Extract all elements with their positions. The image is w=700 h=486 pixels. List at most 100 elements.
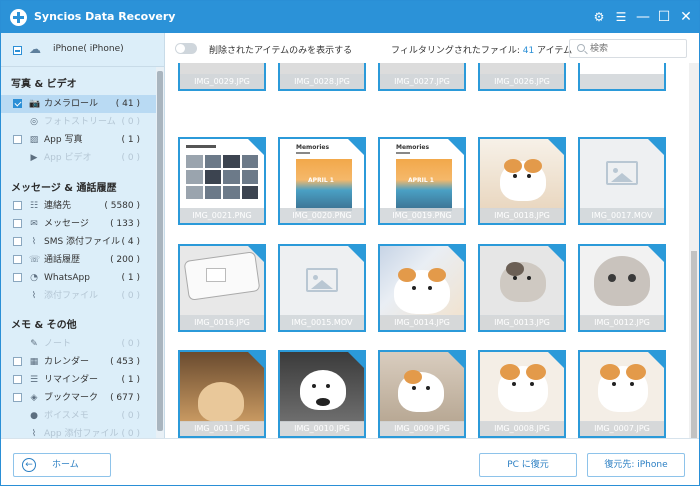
photo-tile[interactable]: IMG_0015.MOV <box>278 244 366 332</box>
thumbnail-image <box>504 159 522 173</box>
photo-tile[interactable]: IMG_0012.JPG <box>578 244 666 332</box>
checkbox[interactable] <box>13 99 22 108</box>
sidebar-item-app-videos[interactable]: ▶ App ビデオ ( 0 ) <box>1 149 156 167</box>
sidebar-item-calendar[interactable]: ▦ カレンダー ( 453 ) <box>1 353 156 371</box>
filter-prefix: フィルタリングされたファイル: <box>391 46 523 56</box>
sidebar-item-attachments[interactable]: ⌇ 添付ファイル ( 0 ) <box>1 287 156 305</box>
sidebar-item-bookmarks[interactable]: ◈ ブックマーク ( 677 ) <box>1 389 156 407</box>
sidebar-item-label: App 写真 <box>44 135 83 145</box>
bookmark-icon: ◈ <box>30 393 38 403</box>
sidebar-item-voice-memos[interactable]: ● ボイスメモ ( 0 ) <box>1 407 156 425</box>
sidebar-item-call-history[interactable]: ☏ 通話履歴 ( 200 ) <box>1 251 156 269</box>
thumbnail-image <box>296 152 310 154</box>
checkbox[interactable] <box>13 255 22 264</box>
image-placeholder-icon <box>306 268 338 292</box>
photo-tile[interactable]: IMG_0010.JPG <box>278 350 366 438</box>
thumbnail-image <box>594 256 650 306</box>
checkbox[interactable] <box>13 237 22 246</box>
note-icon: ✎ <box>30 339 38 349</box>
selected-corner <box>348 246 364 262</box>
sidebar-item-notes[interactable]: ✎ ノート ( 0 ) <box>1 335 156 353</box>
device-checkbox[interactable] <box>13 46 22 55</box>
menu-icon[interactable]: ☰ <box>612 8 630 26</box>
file-name: IMG_0021.PNG <box>180 208 264 223</box>
grid-scrollbar[interactable] <box>689 63 699 441</box>
checkbox[interactable] <box>13 273 22 282</box>
app-window: Syncios Data Recovery ⚙ ☰ — ☐ ✕ ☁ iPhone… <box>0 0 700 486</box>
contacts-icon: ☷ <box>29 201 39 211</box>
photo-tile[interactable]: IMG_0017.MOV <box>578 137 666 225</box>
photo-tile[interactable]: IMG_0014.JPG <box>378 244 466 332</box>
thumbnail-image <box>626 364 646 380</box>
maximize-button[interactable]: ☐ <box>655 8 673 26</box>
sidebar-item-count: ( 5580 ) <box>104 201 140 211</box>
photo-tile[interactable]: IMG_0021.PNG <box>178 137 266 225</box>
close-button[interactable]: ✕ <box>677 8 695 26</box>
sidebar-item-camera-roll[interactable]: 📷 カメラロール ( 41 ) <box>1 95 156 113</box>
sidebar-item-messages[interactable]: ✉ メッセージ ( 133 ) <box>1 215 156 233</box>
sidebar-item-photo-stream[interactable]: ◎ フォトストリーム ( 0 ) <box>1 113 156 131</box>
sidebar-scroll-thumb[interactable] <box>157 71 163 431</box>
photo-tile[interactable]: IMG_0011.JPG <box>178 350 266 438</box>
thumbnail-image <box>512 382 516 386</box>
home-button[interactable]: ← ホーム <box>13 453 111 477</box>
device-row[interactable]: ☁ iPhone( iPhone) <box>1 33 164 67</box>
checkbox[interactable] <box>13 135 22 144</box>
thumbnail-image <box>426 386 430 390</box>
sidebar-item-count: ( 200 ) <box>110 255 140 265</box>
sidebar-item-count: ( 677 ) <box>110 393 140 403</box>
sidebar-item-count: ( 0 ) <box>121 117 140 127</box>
thumbnail-image <box>316 398 330 406</box>
sidebar-item-whatsapp[interactable]: ◔ WhatsApp ( 1 ) <box>1 269 156 287</box>
checkbox[interactable] <box>13 393 22 402</box>
sidebar-item-label: フォトストリーム <box>44 117 116 127</box>
calendar-icon: ▦ <box>29 357 39 367</box>
checkbox[interactable] <box>13 375 22 384</box>
selected-corner <box>448 246 464 262</box>
thumbnail-image <box>527 276 531 280</box>
checkbox[interactable] <box>13 357 22 366</box>
gear-icon[interactable]: ⚙ <box>590 8 608 26</box>
thumbnail-image <box>628 274 636 282</box>
sidebar-item-app-photos[interactable]: ▨ App 写真 ( 1 ) <box>1 131 156 149</box>
search-input[interactable] <box>590 42 680 55</box>
minimize-button[interactable]: — <box>634 8 652 26</box>
photo-tile[interactable]: IMG_0016.JPG <box>178 244 266 332</box>
photo-tile[interactable] <box>578 63 666 91</box>
search-icon <box>577 44 585 52</box>
photo-tile[interactable]: IMG_0027.JPG <box>378 63 466 91</box>
photo-tile[interactable]: IMG_0026.JPG <box>478 63 566 91</box>
search-box[interactable] <box>569 39 687 58</box>
photo-tile[interactable]: IMG_0007.JPG <box>578 350 666 438</box>
restore-to-device-button[interactable]: 復元先: iPhone <box>587 453 685 477</box>
checkbox[interactable] <box>13 219 22 228</box>
photo-tile[interactable]: Memories APRIL 1 IMG_0019.PNG <box>378 137 466 225</box>
sidebar-item-contacts[interactable]: ☷ 連絡先 ( 5580 ) <box>1 197 156 215</box>
file-name: IMG_0026.JPG <box>480 74 564 89</box>
sidebar-scrollbar[interactable] <box>156 67 164 438</box>
grid-scroll-thumb[interactable] <box>691 251 697 441</box>
sidebar-item-reminders[interactable]: ☰ リマインダー ( 1 ) <box>1 371 156 389</box>
checkbox[interactable] <box>13 201 22 210</box>
video-icon: ▶ <box>30 153 38 163</box>
image-placeholder-icon <box>606 161 638 185</box>
photo-tile[interactable]: IMG_0008.JPG <box>478 350 566 438</box>
deleted-only-toggle[interactable] <box>175 43 197 54</box>
photo-tile[interactable]: Memories APRIL 1 IMG_0020.PNG <box>278 137 366 225</box>
photo-tile[interactable]: IMG_0029.JPG <box>178 63 266 91</box>
photo-tile[interactable]: IMG_0018.JPG <box>478 137 566 225</box>
photo-tile[interactable]: IMG_0009.JPG <box>378 350 466 438</box>
paperclip-icon: ⌇ <box>31 291 37 301</box>
file-name: IMG_0028.JPG <box>280 74 364 89</box>
sidebar-item-count: ( 0 ) <box>121 429 140 438</box>
photo-tile[interactable]: IMG_0013.JPG <box>478 244 566 332</box>
sidebar-item-sms-attachments[interactable]: ⌇ SMS 添付ファイル ( 4 ) <box>1 233 156 251</box>
sidebar-item-count: ( 1 ) <box>121 375 140 385</box>
thumbnail-image <box>428 286 432 290</box>
selected-corner <box>348 139 364 155</box>
restore-to-pc-button[interactable]: PC に復元 <box>479 453 577 477</box>
photo-tile[interactable]: IMG_0028.JPG <box>278 63 366 91</box>
file-name: IMG_0012.JPG <box>580 315 664 330</box>
sidebar-item-app-attachments[interactable]: ⌇ App 添付ファイル ( 0 ) <box>1 425 156 438</box>
file-name: IMG_0018.JPG <box>480 208 564 223</box>
